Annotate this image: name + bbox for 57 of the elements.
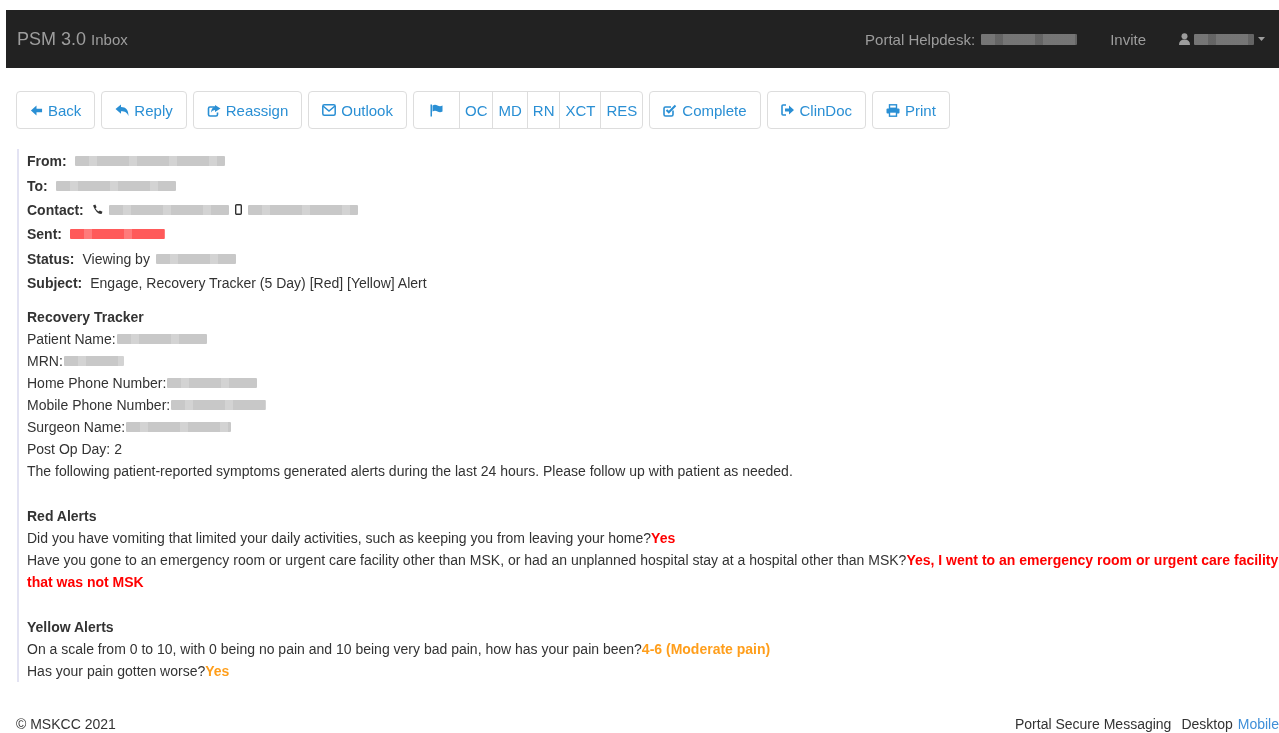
app-title[interactable]: PSM 3.0	[17, 28, 87, 50]
toolbar-button[interactable]: MD	[492, 91, 528, 129]
toolbar-button[interactable]: Reply	[101, 91, 187, 129]
flag-icon	[429, 103, 443, 117]
reply-icon	[115, 103, 130, 117]
info-line: Patient Name:	[27, 331, 116, 348]
alert-line: On a scale from 0 to 10, with 0 being no pain and 10 being very bad pain, how has your pain been?4-6 (Moderate pain)	[27, 640, 772, 660]
copyright-text: © MSKCC 2021	[16, 716, 116, 732]
user-icon	[1179, 33, 1190, 45]
toolbar-button[interactable]: RN	[526, 91, 561, 129]
info-line: Home Phone Number:	[27, 375, 167, 392]
alert-line: Have you gone to an emergency room or urgent care facility other than MSK, or had an unplanned hospital stay at a hospital other than MSK?Yes, I went to an emergency room or urgent care facility that was not MSK	[27, 551, 1279, 593]
user-menu[interactable]	[1179, 33, 1265, 45]
field-label: Subject:	[27, 275, 83, 292]
toolbar-button[interactable]: RES	[600, 91, 644, 129]
section-heading: Red Alerts	[27, 507, 98, 527]
section-heading: Recovery Tracker	[27, 308, 145, 328]
info-line: The following patient-reported symptoms generated alerts during the last 24 hours. Please follow up with patient as needed.	[27, 463, 793, 480]
mobile-phone-icon	[234, 204, 242, 216]
toolbar-button[interactable]: Print	[872, 91, 950, 129]
section-title: Inbox	[91, 30, 128, 48]
phone-icon	[91, 204, 103, 216]
invite-link[interactable]: Invite	[1110, 30, 1146, 48]
field-value: Viewing by	[82, 250, 150, 267]
toolbar-button[interactable]: Reassign	[192, 91, 303, 129]
toolbar-button[interactable]: Complete	[649, 91, 761, 129]
field-value: Engage, Recovery Tracker (5 Day) [Red] [Yellow] Alert	[90, 275, 427, 292]
info-line: Surgeon Name:	[27, 419, 126, 436]
info-line: Post Op Day: 2	[27, 441, 122, 458]
alert-line: Has your pain gotten worse?Yes	[27, 662, 231, 682]
info-line: MRN:	[27, 353, 63, 370]
printer-icon	[886, 103, 901, 117]
caret-icon	[1258, 37, 1265, 41]
field-label: Sent:	[27, 226, 62, 243]
footer-link[interactable]: Mobile	[1237, 716, 1279, 732]
sign-in-icon	[780, 104, 795, 116]
checkbox-icon	[663, 103, 678, 117]
envelope-icon	[322, 104, 337, 116]
arrow-left-icon	[30, 103, 43, 117]
toolbar-button[interactable]: Outlook	[308, 91, 407, 129]
section-heading: Yellow Alerts	[27, 618, 115, 638]
helpdesk-label: Portal Helpdesk:	[865, 30, 976, 48]
info-line: Mobile Phone Number:	[27, 397, 171, 414]
field-label: From:	[27, 153, 67, 170]
footer-link[interactable]: Portal Secure Messaging	[1014, 716, 1172, 732]
field-label: To:	[27, 177, 48, 194]
footer-link[interactable]: Desktop	[1181, 716, 1233, 732]
flag-button[interactable]	[412, 91, 460, 129]
toolbar-button[interactable]: XCT	[559, 91, 602, 129]
field-label: Status:	[27, 250, 75, 267]
redaction-mark	[1194, 33, 1254, 45]
redaction-mark	[63, 356, 124, 367]
toolbar-button[interactable]: Back	[16, 91, 96, 129]
share-icon	[206, 103, 221, 117]
field-label: Contact:	[27, 201, 84, 218]
toolbar-button[interactable]: ClinDoc	[766, 91, 867, 129]
alert-line: Did you have vomiting that limited your daily activities, such as keeping you from leaving your home?Yes	[27, 529, 677, 549]
